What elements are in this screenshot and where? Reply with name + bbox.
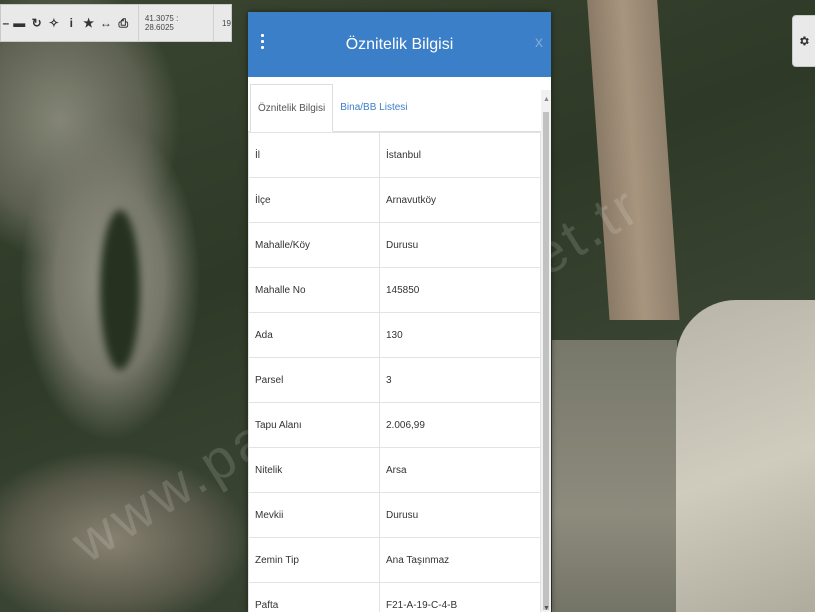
attribute-key: Mahalle/Köy xyxy=(248,222,380,268)
coordinate-readout: 41.3075 : 28.6025 xyxy=(137,4,215,42)
map-toolbar: – ▬ ↻ ✧ i ★ ↔ ⎙ 41.3075 : 28.6025 19 xyxy=(0,4,232,42)
attribute-value: 3 xyxy=(379,357,541,403)
gear-icon xyxy=(800,36,809,46)
attribute-key: Mahalle No xyxy=(248,267,380,313)
attribute-value: F21-A-19-C-4-B xyxy=(379,582,541,612)
menu-dots-icon[interactable] xyxy=(261,34,265,52)
attribute-table: İl İstanbul İlçe Arnavutköy Mahalle/Köy Durus… xyxy=(248,132,541,612)
attribute-value: Durusu xyxy=(379,222,541,268)
attribute-key: Pafta xyxy=(248,582,380,612)
table-row: Zemin Tip Ana Taşınmaz xyxy=(248,537,541,583)
table-row: Ada 130 xyxy=(248,312,541,358)
attribute-value: 130 xyxy=(379,312,541,358)
scroll-down-icon[interactable]: ▼ xyxy=(543,605,550,612)
tree-cluster xyxy=(100,210,140,370)
attribute-key: İl xyxy=(248,132,380,178)
panel-title: Öznitelik Bilgisi xyxy=(345,35,454,53)
table-row: Pafta F21-A-19-C-4-B xyxy=(248,582,541,612)
attribute-value: Arsa xyxy=(379,447,541,493)
print-icon[interactable]: ⎙ xyxy=(115,4,132,42)
field-strip xyxy=(586,0,680,320)
attribute-value: Durusu xyxy=(379,492,541,538)
attribute-key: İlçe xyxy=(248,177,380,223)
attribute-table-wrap: İl İstanbul İlçe Arnavutköy Mahalle/Köy Durus… xyxy=(248,132,541,612)
zoom-level: 19 xyxy=(222,18,231,28)
panel-tabs: Öznitelik Bilgisi Bina/BB Listesi xyxy=(248,77,551,132)
table-row: Mevkii Durusu xyxy=(248,492,541,538)
refresh-icon[interactable]: ↻ xyxy=(28,4,45,42)
info-icon[interactable]: i xyxy=(63,4,80,42)
locate-icon[interactable]: ✧ xyxy=(45,4,62,42)
table-row: Nitelik Arsa xyxy=(248,447,541,493)
attribute-key: Tapu Alanı xyxy=(248,402,380,448)
scroll-up-icon[interactable]: ▲ xyxy=(543,96,550,103)
measure-icon[interactable]: ↔ xyxy=(97,4,114,42)
attribute-key: Zemin Tip xyxy=(248,537,380,583)
scroll-thumb[interactable] xyxy=(543,112,549,610)
field-patch-right xyxy=(676,300,815,612)
table-row: Tapu Alanı 2.006,99 xyxy=(248,402,541,448)
star-icon[interactable]: ★ xyxy=(80,4,97,42)
attribute-value: 145850 xyxy=(379,267,541,313)
attribute-key: Ada xyxy=(248,312,380,358)
tab-building-list[interactable]: Bina/BB Listesi xyxy=(333,83,414,131)
table-row: Mahalle No 145850 xyxy=(248,267,541,313)
table-row: İl İstanbul xyxy=(248,132,541,178)
attribute-value: 2.006,99 xyxy=(379,402,541,448)
field-patch xyxy=(552,340,677,612)
table-row: İlçe Arnavutköy xyxy=(248,177,541,223)
attribute-value: Ana Taşınmaz xyxy=(379,537,541,583)
zoom-out-icon[interactable]: – xyxy=(1,4,11,42)
attribute-info-panel: Öznitelik Bilgisi x Öznitelik Bilgisi Bi… xyxy=(248,12,551,612)
close-icon[interactable]: x xyxy=(535,34,543,52)
attribute-value: İstanbul xyxy=(379,132,541,178)
attribute-value: Arnavutköy xyxy=(379,177,541,223)
attribute-key: Nitelik xyxy=(248,447,380,493)
table-row: Parsel 3 xyxy=(248,357,541,403)
table-row: Mahalle/Köy Durusu xyxy=(248,222,541,268)
minus-icon[interactable]: ▬ xyxy=(11,4,28,42)
attribute-key: Mevkii xyxy=(248,492,380,538)
settings-button[interactable] xyxy=(792,15,815,67)
scrollbar[interactable]: ▲ ▼ xyxy=(541,90,551,612)
tab-attribute-info[interactable]: Öznitelik Bilgisi xyxy=(250,84,334,132)
panel-header: Öznitelik Bilgisi x xyxy=(248,12,551,77)
attribute-key: Parsel xyxy=(248,357,380,403)
